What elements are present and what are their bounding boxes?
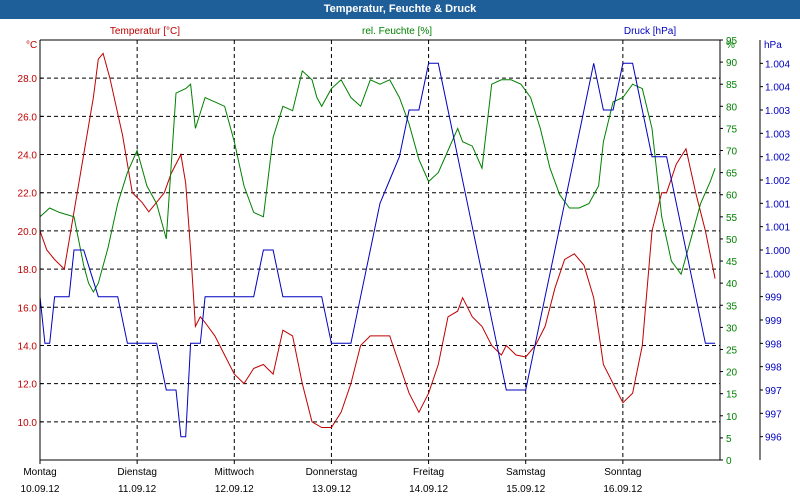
x-tick-date: 15.09.12 [506,484,545,495]
x-tick-date: 14.09.12 [409,484,448,495]
pressure-tick-label: 998 [765,339,782,350]
x-tick-date: 13.09.12 [312,484,351,495]
pressure-tick-label: 999 [765,293,782,304]
humidity-tick-label: 30 [726,323,738,334]
humidity-tick-label: 35 [726,301,738,312]
humidity-tick-label: 90 [726,58,738,69]
x-tick-date: 12.09.12 [215,484,254,495]
x-tick-date: 10.09.12 [21,484,60,495]
x-tick-day: Sonntag [604,467,641,478]
grid [40,40,720,460]
temperature-tick-label: 20.0 [18,227,38,238]
pressure-tick-label: 1.004 [765,83,790,94]
temperature-tick-label: 10.0 [18,418,38,429]
temperature-tick-label: 24.0 [18,151,38,162]
humidity-tick-label: 65 [726,169,738,180]
legend-temperature: Temperatur [°C] [110,26,180,37]
humidity-tick-label: 5 [726,434,732,445]
temperature-tick-label: 26.0 [18,112,38,123]
labels: 28.0 26.0 24.0 22.0 20.0 18.0 16.0 14.0 12.0 10.0… [18,26,791,495]
humidity-tick-label: 0 [726,456,732,467]
humidity-unit-label: % [726,40,735,51]
humidity-tick-label: 70 [726,147,738,158]
humidity-tick-label: 10 [726,412,738,423]
x-tick-day: Donnerstag [306,467,358,478]
pressure-tick-label: 997 [765,409,782,420]
temperature-tick-label: 12.0 [18,380,38,391]
chart-canvas: 28.0 26.0 24.0 22.0 20.0 18.0 16.0 14.0 12.0 10.0… [18,26,791,495]
pressure-tick-label: 1.003 [765,129,790,140]
pressure-tick-label: 1.000 [765,269,790,280]
pressure-tick-label: 997 [765,386,782,397]
humidity-tick-label: 85 [726,80,738,91]
x-tick-date: 16.09.12 [603,484,642,495]
pressure-tick-label: 1.002 [765,176,790,187]
pressure-tick-label: 998 [765,363,782,374]
temperature-tick-label: 16.0 [18,303,38,314]
humidity-tick-label: 45 [726,257,738,268]
humidity-tick-label: 40 [726,279,738,290]
x-tick-day: Freitag [413,467,444,478]
pressure-tick-label: 1.000 [765,246,790,257]
pressure-tick-label: 1.004 [765,59,790,70]
temperature-unit-label: °C [26,40,37,51]
series-layer [39,52,716,438]
humidity-tick-label: 15 [726,390,738,401]
pressure-unit-label: hPa [764,40,782,51]
temperature-tick-label: 28.0 [18,74,38,85]
pressure-tick-label: 1.001 [765,199,790,210]
pressure-tick-label: 1.003 [765,106,790,117]
series-pressure-line [39,62,716,438]
humidity-tick-label: 60 [726,191,738,202]
humidity-tick-label: 75 [726,124,738,135]
pressure-tick-label: 996 [765,433,782,444]
legend-pressure: Druck [hPa] [624,26,676,37]
x-tick-day: Samstag [506,467,545,478]
humidity-tick-label: 80 [726,102,738,113]
pressure-tick-label: 1.002 [765,153,790,164]
pressure-tick-label: 999 [765,316,782,327]
x-tick-day: Montag [23,467,56,478]
humidity-tick-label: 55 [726,213,738,224]
temperature-tick-label: 22.0 [18,189,38,200]
x-tick-day: Mittwoch [215,467,254,478]
series-temperature-line [39,52,716,428]
x-tick-date: 11.09.12 [118,484,157,495]
chart-window: Temperatur, Feuchte & Druck 28.0 26.0 24.0… [0,0,800,500]
pressure-tick-label: 1.001 [765,223,790,234]
humidity-tick-label: 25 [726,345,738,356]
temperature-tick-label: 14.0 [18,341,38,352]
humidity-tick-label: 50 [726,235,738,246]
humidity-tick-label: 20 [726,368,738,379]
x-tick-day: Dienstag [117,467,156,478]
temperature-tick-label: 18.0 [18,265,38,276]
legend-humidity: rel. Feuchte [%] [362,26,432,37]
